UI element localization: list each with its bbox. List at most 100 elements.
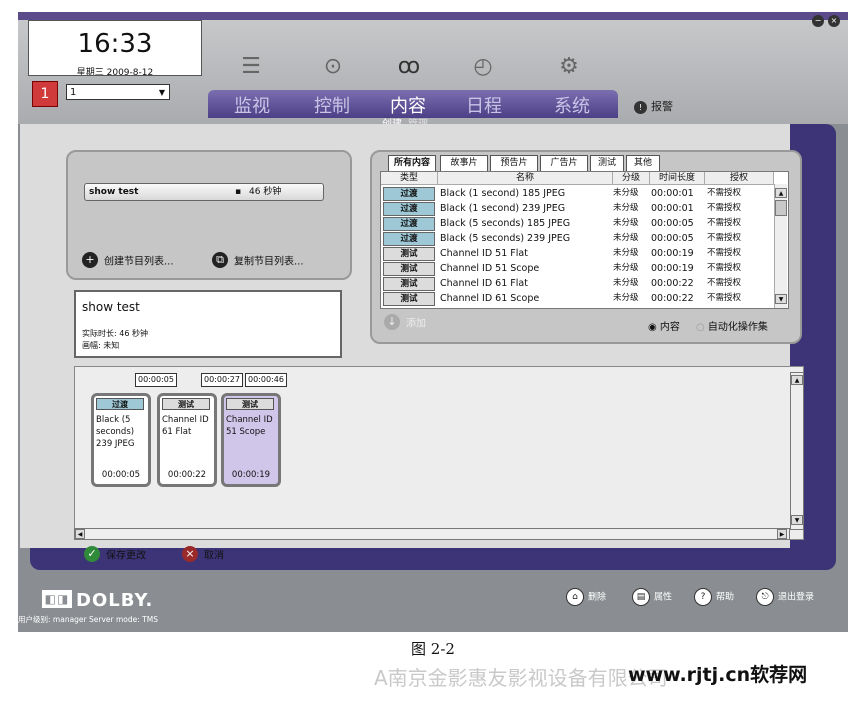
- add-button[interactable]: ↓ 添加: [384, 314, 426, 330]
- timeline-hscroll[interactable]: ◀ ▶: [74, 528, 790, 540]
- scroll-down-icon[interactable]: ▼: [791, 515, 803, 525]
- timeline-card-selected[interactable]: 测试 Channel ID 51 Scope 00:00:19: [221, 393, 281, 487]
- content-radio[interactable]: ◉ 内容: [648, 318, 680, 333]
- row-name: Black (5 seconds) 185 JPEG: [440, 218, 571, 229]
- timeline-marker: 00:00:46: [245, 373, 287, 387]
- playlist-duration: 46 秒钟: [249, 187, 282, 197]
- table-row[interactable]: 测试 Channel ID 61 Scope 未分级 00:00:22 不需授权: [381, 291, 773, 306]
- scroll-thumb[interactable]: [775, 200, 787, 216]
- playlist-row[interactable]: show test ▪ 46 秒钟: [84, 183, 324, 201]
- tab-all-content[interactable]: 所有内容: [388, 155, 436, 171]
- delete-button[interactable]: ⌂ 删除: [566, 588, 606, 606]
- company-watermark: A南京金影惠友影视设备有限公司: [374, 666, 668, 690]
- table-scrollbar[interactable]: ▲ ▼: [774, 184, 787, 308]
- clock-date: 星期三 2009-8-12: [76, 68, 154, 75]
- col-license[interactable]: 授权: [705, 172, 774, 185]
- row-license: 不需授权: [707, 188, 742, 198]
- close-icon[interactable]: ×: [828, 15, 840, 27]
- timeline-vscroll[interactable]: ▲ ▼: [790, 372, 804, 530]
- scroll-right-icon[interactable]: ▶: [777, 529, 787, 539]
- row-length: 00:00:22: [651, 293, 694, 304]
- automation-radio[interactable]: ○ 自动化操作集: [696, 318, 768, 333]
- chevron-down-icon: ▼: [158, 88, 165, 97]
- tab-trailer[interactable]: 预告片: [490, 155, 538, 171]
- playlist-panel: show test ▪ 46 秒钟 + 创建节目列表... ⧉ 复制节目列表...: [66, 150, 352, 280]
- screen-badge[interactable]: 1: [32, 81, 58, 107]
- save-button[interactable]: ✓ 保存更改: [84, 546, 146, 562]
- user-info: 用户级别: manager Server mode: TMS: [18, 615, 158, 624]
- playlist-name: show test: [89, 187, 139, 197]
- table-row[interactable]: 过渡 Black (5 seconds) 185 JPEG 未分级 00:00:…: [381, 216, 773, 231]
- timeline-marker: 00:00:05: [135, 373, 177, 387]
- gear-icon[interactable]: ⚙: [554, 52, 584, 82]
- content-rings-icon[interactable]: ꝏ: [394, 52, 424, 82]
- playlist-detail: show test 实际时长: 46 秒钟 画幅: 未知: [74, 290, 342, 358]
- table-row[interactable]: 测试 Channel ID 51 Scope 未分级 00:00:19 不需授权: [381, 261, 773, 276]
- radio-unchecked-icon: ○: [696, 322, 705, 333]
- card-duration: 00:00:05: [101, 470, 141, 480]
- tab-test[interactable]: 测试: [590, 155, 624, 171]
- properties-button[interactable]: ▤ 属性: [632, 588, 672, 606]
- col-length[interactable]: 时间长度: [650, 172, 705, 185]
- plus-icon: +: [82, 252, 98, 268]
- clock-time: 16:33: [77, 29, 153, 59]
- add-label: 添加: [406, 318, 426, 330]
- table-row[interactable]: 测试 Channel ID 61 Flat 未分级 00:00:22 不需授权: [381, 276, 773, 291]
- copy-playlist-label: 复制节目列表...: [234, 256, 304, 268]
- table-row[interactable]: 过渡 Black (1 second) 185 JPEG 未分级 00:00:0…: [381, 186, 773, 201]
- tab-schedule[interactable]: 日程: [466, 92, 502, 118]
- tab-advert[interactable]: 广告片: [540, 155, 588, 171]
- tab-system[interactable]: 系统: [554, 92, 590, 118]
- copy-plus-icon: ⧉: [212, 252, 228, 268]
- row-length: 00:00:01: [651, 188, 694, 199]
- card-name: Black (5 seconds) 239 JPEG: [96, 415, 135, 449]
- screen-select-value: 1: [70, 87, 77, 98]
- tab-other[interactable]: 其他: [626, 155, 660, 171]
- logout-button[interactable]: ⎋ 退出登录: [756, 588, 814, 606]
- row-name: Channel ID 51 Flat: [440, 248, 528, 259]
- save-label: 保存更改: [106, 550, 146, 562]
- play-circle-icon[interactable]: ⊙: [318, 52, 348, 82]
- scroll-down-icon[interactable]: ▼: [775, 294, 787, 304]
- monitor-list-icon[interactable]: ☰: [236, 52, 266, 82]
- cancel-button[interactable]: × 取消: [182, 546, 224, 562]
- row-type: 过渡: [383, 232, 435, 246]
- card-name: Channel ID 61 Flat: [162, 415, 209, 437]
- help-label: 帮助: [716, 592, 735, 603]
- row-rating: 未分级: [613, 203, 639, 213]
- screen-select[interactable]: 1 ▼: [66, 84, 170, 100]
- row-type: 过渡: [383, 187, 435, 201]
- create-playlist-label: 创建节目列表...: [104, 256, 174, 268]
- minimize-icon[interactable]: −: [812, 15, 824, 27]
- alarm-indicator[interactable]: ! 报警: [634, 98, 673, 114]
- row-length: 00:00:19: [651, 248, 694, 259]
- close-icon: ×: [182, 546, 198, 562]
- card-type: 测试: [226, 398, 274, 410]
- col-rating[interactable]: 分级: [613, 172, 650, 185]
- table-row[interactable]: 测试 Channel ID 51 Flat 未分级 00:00:19 不需授权: [381, 246, 773, 261]
- radio-automation-label: 自动化操作集: [707, 322, 768, 333]
- row-license: 不需授权: [707, 248, 742, 258]
- scroll-left-icon[interactable]: ◀: [75, 529, 85, 539]
- help-button[interactable]: ? 帮助: [694, 588, 734, 606]
- scroll-up-icon[interactable]: ▲: [775, 188, 787, 198]
- figure-caption: 图 2-2: [411, 640, 455, 658]
- tab-control[interactable]: 控制: [314, 92, 350, 118]
- tab-feature[interactable]: 故事片: [440, 155, 488, 171]
- timeline-card[interactable]: 过渡 Black (5 seconds) 239 JPEG 00:00:05: [91, 393, 151, 487]
- row-name: Black (1 second) 185 JPEG: [440, 188, 566, 199]
- create-playlist-button[interactable]: + 创建节目列表...: [82, 252, 174, 268]
- table-row[interactable]: 过渡 Black (5 seconds) 239 JPEG 未分级 00:00:…: [381, 231, 773, 246]
- copy-playlist-button[interactable]: ⧉ 复制节目列表...: [212, 252, 304, 268]
- table-row[interactable]: 过渡 Black (1 second) 239 JPEG 未分级 00:00:0…: [381, 201, 773, 216]
- scroll-up-icon[interactable]: ▲: [791, 375, 803, 385]
- timeline-panel: 00:00:05 00:00:27 00:00:46 过渡 Black (5 s…: [74, 366, 804, 540]
- row-license: 不需授权: [707, 218, 742, 228]
- tab-monitor[interactable]: 监视: [234, 92, 270, 118]
- card-name: Channel ID 51 Scope: [226, 415, 273, 437]
- timeline-card[interactable]: 测试 Channel ID 61 Flat 00:00:22: [157, 393, 217, 487]
- row-rating: 未分级: [613, 263, 639, 273]
- col-type[interactable]: 类型: [381, 172, 438, 185]
- schedule-clock-icon[interactable]: ◴: [468, 52, 498, 82]
- col-name[interactable]: 名称: [438, 172, 613, 185]
